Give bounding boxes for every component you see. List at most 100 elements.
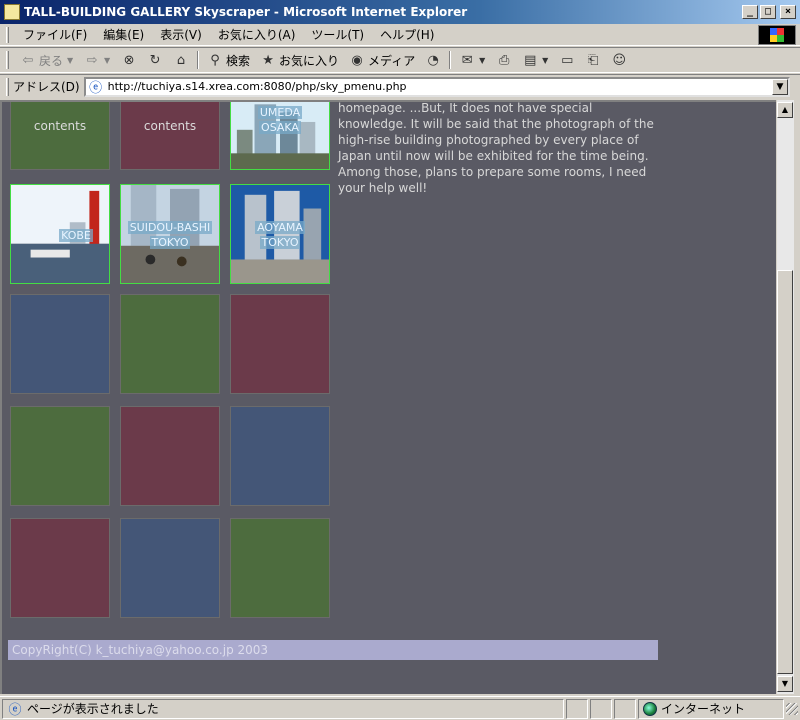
search-icon: ⚲ (210, 52, 220, 68)
menubar-grip[interactable] (6, 26, 9, 43)
photo-caption: OSAKA (259, 121, 301, 134)
discuss-button[interactable]: ▭ (554, 49, 580, 71)
address-dropdown-button[interactable]: ▼ (772, 78, 788, 95)
toolbar-separator (197, 51, 200, 69)
tile-label: contents (33, 119, 87, 133)
media-button[interactable]: ◉ メディア (344, 49, 420, 71)
research-button[interactable]: ⎗ (580, 49, 606, 71)
refresh-icon: ↻ (149, 52, 161, 68)
status-bar: ⓔ ページが表示されました インターネット (0, 696, 800, 720)
menu-edit[interactable]: 編集(E) (95, 24, 152, 45)
photo-caption: SUIDOU-BASHI (127, 221, 213, 234)
maximize-button[interactable]: □ (760, 5, 776, 19)
home-icon: ⌂ (176, 52, 186, 68)
standard-toolbar: ⇦ 戻る ▼ ⇨ ▼ ⊗ ↻ ⌂ ⚲ 検索 ★ お気に入り ◉ メディア ◔ ✉… (0, 47, 800, 73)
copyright-footer: CopyRight(C) k_tuchiya@yahoo.co.jp 2003 (8, 640, 658, 660)
back-button[interactable]: ⇦ 戻る ▼ (15, 49, 79, 71)
empty-tile[interactable] (120, 406, 220, 506)
mail-button[interactable]: ✉ ▼ (454, 49, 491, 71)
photo-tile-umeda[interactable]: UMEDA OSAKA (230, 102, 330, 170)
stop-icon: ⊗ (123, 52, 135, 68)
status-label: ページが表示されました (27, 702, 159, 716)
address-url[interactable]: http://tuchiya.s14.xrea.com:8080/php/sky… (108, 80, 407, 93)
home-button[interactable]: ⌂ (168, 49, 194, 71)
scroll-thumb[interactable] (777, 270, 793, 674)
print-icon: ⎙ (499, 52, 510, 68)
refresh-button[interactable]: ↻ (142, 49, 168, 71)
edit-icon: ▤ (524, 52, 537, 68)
messenger-button[interactable]: ☺ (606, 49, 632, 71)
windows-flag-icon (770, 28, 784, 42)
media-label: メディア (368, 53, 416, 68)
status-message: ⓔ ページが表示されました (2, 698, 564, 719)
photo-caption: KOBE (59, 229, 93, 242)
status-pane (590, 698, 612, 719)
discuss-icon: ▭ (561, 52, 574, 68)
photo-tile-kobe[interactable]: KOBE (10, 184, 110, 284)
addressbar-grip[interactable] (6, 77, 9, 96)
stop-button[interactable]: ⊗ (116, 49, 142, 71)
print-button[interactable]: ⎙ (491, 49, 517, 71)
search-label: 検索 (226, 53, 251, 68)
toolbar-grip[interactable] (6, 51, 9, 69)
window-title: TALL-BUILDING GALLERY Skyscraper - Micro… (24, 5, 468, 19)
scroll-up-button[interactable]: ▲ (777, 102, 793, 118)
menu-file[interactable]: ファイル(F) (15, 24, 95, 45)
photo-tile-suidoubashi[interactable]: SUIDOU-BASHI TOKYO (120, 184, 220, 284)
history-button[interactable]: ◔ (420, 49, 446, 71)
resize-grip[interactable] (786, 702, 798, 715)
empty-tile[interactable] (120, 294, 220, 394)
mail-icon: ✉ (461, 52, 473, 68)
menu-favorites[interactable]: お気に入り(A) (210, 24, 304, 45)
window-controls: _ □ × (742, 5, 796, 19)
empty-tile[interactable] (120, 518, 220, 618)
back-arrow-icon: ⇦ (22, 52, 34, 68)
vertical-scrollbar[interactable]: ▲ ▼ (776, 100, 794, 694)
address-bar: アドレス(D) ⓔ http://tuchiya.s14.xrea.com:80… (0, 74, 800, 98)
menu-tools[interactable]: ツール(T) (303, 24, 372, 45)
menu-bar: ファイル(F) 編集(E) 表示(V) お気に入り(A) ツール(T) ヘルプ(… (0, 24, 800, 46)
forward-button[interactable]: ⇨ ▼ (79, 49, 116, 71)
messenger-icon: ☺ (612, 52, 626, 68)
empty-tile[interactable] (230, 294, 330, 394)
history-icon: ◔ (427, 52, 439, 68)
status-pane (614, 698, 636, 719)
photo-caption: AOYAMA (255, 221, 305, 234)
forward-arrow-icon: ⇨ (86, 52, 98, 68)
address-input[interactable]: ⓔ http://tuchiya.s14.xrea.com:8080/php/s… (83, 76, 790, 97)
edit-button[interactable]: ▤ ▼ (517, 49, 554, 71)
menu-help[interactable]: ヘルプ(H) (372, 24, 442, 45)
favorites-button[interactable]: ★ お気に入り (255, 49, 344, 71)
empty-tile[interactable] (10, 406, 110, 506)
favorites-icon: ★ (262, 52, 274, 68)
contents-tile[interactable]: contents (10, 102, 110, 170)
media-icon: ◉ (351, 52, 363, 68)
address-label: アドレス(D) (13, 80, 80, 94)
ie-page-icon (4, 4, 20, 20)
photo-caption: TOKYO (149, 236, 191, 249)
contents-tile[interactable]: contents (120, 102, 220, 170)
photo-tile-aoyama[interactable]: AOYAMA TOKYO (230, 184, 330, 284)
toolbar-separator (449, 51, 452, 69)
title-bar: TALL-BUILDING GALLERY Skyscraper - Micro… (0, 0, 800, 24)
page-viewport: contents contents UMEDA OSAKA KOBE SUIDO… (0, 100, 794, 694)
zone-label: インターネット (661, 702, 746, 716)
search-button[interactable]: ⚲ 検索 (202, 49, 255, 71)
scroll-down-button[interactable]: ▼ (777, 676, 793, 692)
empty-tile[interactable] (10, 518, 110, 618)
security-zone: インターネット (638, 698, 784, 719)
street-photo (121, 185, 219, 283)
ie-page-icon: ⓔ (89, 81, 103, 96)
chevron-down-icon: ▼ (542, 55, 549, 65)
minimize-button[interactable]: _ (742, 5, 758, 19)
menu-view[interactable]: 表示(V) (152, 24, 210, 45)
photo-caption: TOKYO (259, 236, 301, 249)
close-button[interactable]: × (780, 5, 796, 19)
chevron-down-icon: ▼ (103, 55, 111, 65)
research-icon: ⎗ (588, 52, 599, 68)
globe-icon (643, 701, 657, 716)
favorites-label: お気に入り (279, 53, 340, 68)
empty-tile[interactable] (10, 294, 110, 394)
empty-tile[interactable] (230, 518, 330, 618)
empty-tile[interactable] (230, 406, 330, 506)
